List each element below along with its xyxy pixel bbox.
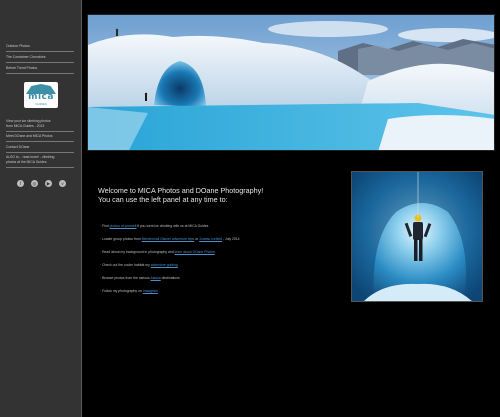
list-item: · Locate group photos from Mendenhall Gl… [100, 237, 240, 241]
bullet-text: Check out the cooler habitat my [102, 263, 151, 267]
logo-text: mica [28, 92, 54, 102]
glacier-ice-cave-illustration [88, 15, 494, 150]
sidebar-divider [6, 152, 74, 153]
sidebar-divider [6, 62, 74, 63]
logo-subtext: GUIDES [35, 102, 47, 106]
sidebar-link-chronicles[interactable]: The Conrtainer Chronicles [6, 55, 74, 59]
bullet-text: if you went ice climbing with us at MICA… [136, 224, 209, 228]
bullet-link[interactable]: Alaska [151, 276, 161, 280]
welcome-heading: Welcome to MICA Photos and DOane Photogr… [98, 186, 338, 204]
bullet-link[interactable]: Juneau Icefield [199, 237, 222, 241]
bullet-link[interactable]: adventure guiding [151, 263, 178, 267]
ice-cave-photo [351, 171, 483, 302]
list-item: · Find photos of yourself if you went ic… [100, 224, 209, 228]
list-item: · Follow my photography on Instagram [100, 289, 158, 293]
sidebar-divider [6, 141, 74, 142]
list-item: · Read about my background in photograph… [100, 250, 215, 254]
list-item: · Check out the cooler habitat my advent… [100, 263, 178, 267]
sidebar-extra-line[interactable]: photos at the MICA Guides [6, 160, 74, 164]
sidebar-link-outdoor-photos[interactable]: Outdoor Photos [6, 44, 74, 48]
sidebar-divider [6, 51, 74, 52]
ice-cave-climber-illustration [352, 172, 482, 301]
bullet-text: Find [102, 224, 110, 228]
bullet-text: Follow my photography on [102, 289, 143, 293]
sidebar-link-before-trend[interactable]: Before Trend Photos [6, 66, 74, 70]
bullet-text: Read about my background in photography … [102, 250, 175, 254]
welcome-line-2: You can use the left panel at any time t… [98, 195, 228, 204]
bullet-text: - July 2014 [221, 237, 240, 241]
hero-image [87, 14, 495, 151]
sidebar-link-contact[interactable]: Contact DOane [6, 145, 74, 149]
bullet-link[interactable]: photos of yourself [110, 224, 137, 228]
mica-logo[interactable]: mica GUIDES [24, 82, 58, 108]
bullet-link[interactable]: Mendenhall Glacier adventure trips [142, 237, 195, 241]
sidebar-info-line[interactable]: from MICA Guides - 2013 [6, 124, 74, 128]
bullet-text: destinations [160, 276, 180, 280]
left-sidebar: Outdoor Photos The Conrtainer Chronicles… [0, 0, 82, 417]
sidebar-divider [6, 167, 74, 168]
sidebar-extra-line[interactable]: ALSO to... read more! - climbing [6, 155, 74, 159]
bullet-text: Locate group photos from [102, 237, 142, 241]
vimeo-icon[interactable]: v [59, 180, 66, 187]
sidebar-info-line[interactable]: View your ice climbing photos [6, 119, 74, 123]
youtube-icon[interactable]: ▶ [45, 180, 52, 187]
bullet-text: Browse photos from the various [102, 276, 151, 280]
bullet-link[interactable]: learn about DOane Photos [175, 250, 215, 254]
list-item: · Browse photos from the various Alaska … [100, 276, 180, 280]
sidebar-divider [6, 73, 74, 74]
welcome-line-1: Welcome to MICA Photos and DOane Photogr… [98, 186, 264, 195]
sidebar-link-meet[interactable]: Meet DOane and MICA Photos [6, 134, 74, 138]
sidebar-divider [6, 131, 74, 132]
social-links: f ◎ ▶ v [17, 180, 71, 187]
facebook-icon[interactable]: f [17, 180, 24, 187]
instagram-icon[interactable]: ◎ [31, 180, 38, 187]
bullet-link[interactable]: Instagram [143, 289, 158, 293]
